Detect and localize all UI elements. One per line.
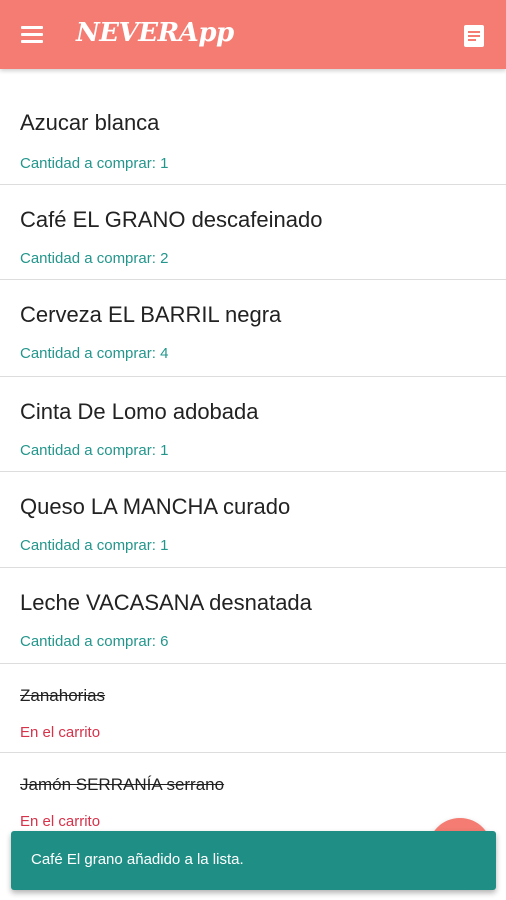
item-quantity: Cantidad a comprar: 1 <box>20 155 169 172</box>
app-bar: NEVERApp <box>0 0 506 69</box>
item-quantity: Cantidad a comprar: 2 <box>20 250 169 267</box>
list-item-in-cart[interactable]: Jamón SERRANÍA serrano En el carrito <box>0 753 506 843</box>
list-item[interactable]: Cinta De Lomo adobada Cantidad a comprar… <box>0 377 506 472</box>
item-name: Cinta De Lomo adobada <box>20 399 259 424</box>
hamburger-menu-icon <box>21 26 43 29</box>
item-quantity: Cantidad a comprar: 4 <box>20 345 169 362</box>
item-name: Leche VACASANA desnatada <box>20 590 312 615</box>
item-quantity: Cantidad a comprar: 1 <box>20 537 169 554</box>
item-name: Jamón SERRANÍA serrano <box>20 775 225 794</box>
list-item[interactable]: Leche VACASANA desnatada Cantidad a comp… <box>0 568 506 664</box>
list-item[interactable]: Cerveza EL BARRIL negra Cantidad a compr… <box>0 280 506 377</box>
item-quantity: Cantidad a comprar: 6 <box>20 633 169 650</box>
list-item[interactable]: Café EL GRANO descafeinado Cantidad a co… <box>0 185 506 280</box>
item-quantity: Cantidad a comprar: 1 <box>20 442 169 459</box>
item-name: Azucar blanca <box>20 110 160 135</box>
list-item-in-cart[interactable]: Zanahorias En el carrito <box>0 664 506 753</box>
item-name: Café EL GRANO descafeinado <box>20 207 323 232</box>
app-logo: NEVERApp <box>76 18 234 48</box>
item-name: Zanahorias <box>20 686 106 705</box>
item-name: Queso LA MANCHA curado <box>20 494 291 519</box>
shopping-list: Azucar blanca Cantidad a comprar: 1 Café… <box>0 69 506 843</box>
menu-button[interactable] <box>19 22 47 46</box>
snackbar: Café El grano añadido a la lista. <box>11 831 496 890</box>
item-cart-status: En el carrito <box>20 813 101 830</box>
list-icon <box>464 25 484 47</box>
item-name: Cerveza EL BARRIL negra <box>20 302 282 327</box>
list-button[interactable] <box>461 23 487 49</box>
item-cart-status: En el carrito <box>20 724 101 741</box>
list-item[interactable]: Azucar blanca Cantidad a comprar: 1 <box>0 69 506 185</box>
snackbar-message: Café El grano añadido a la lista. <box>31 851 244 868</box>
list-item[interactable]: Queso LA MANCHA curado Cantidad a compra… <box>0 472 506 568</box>
